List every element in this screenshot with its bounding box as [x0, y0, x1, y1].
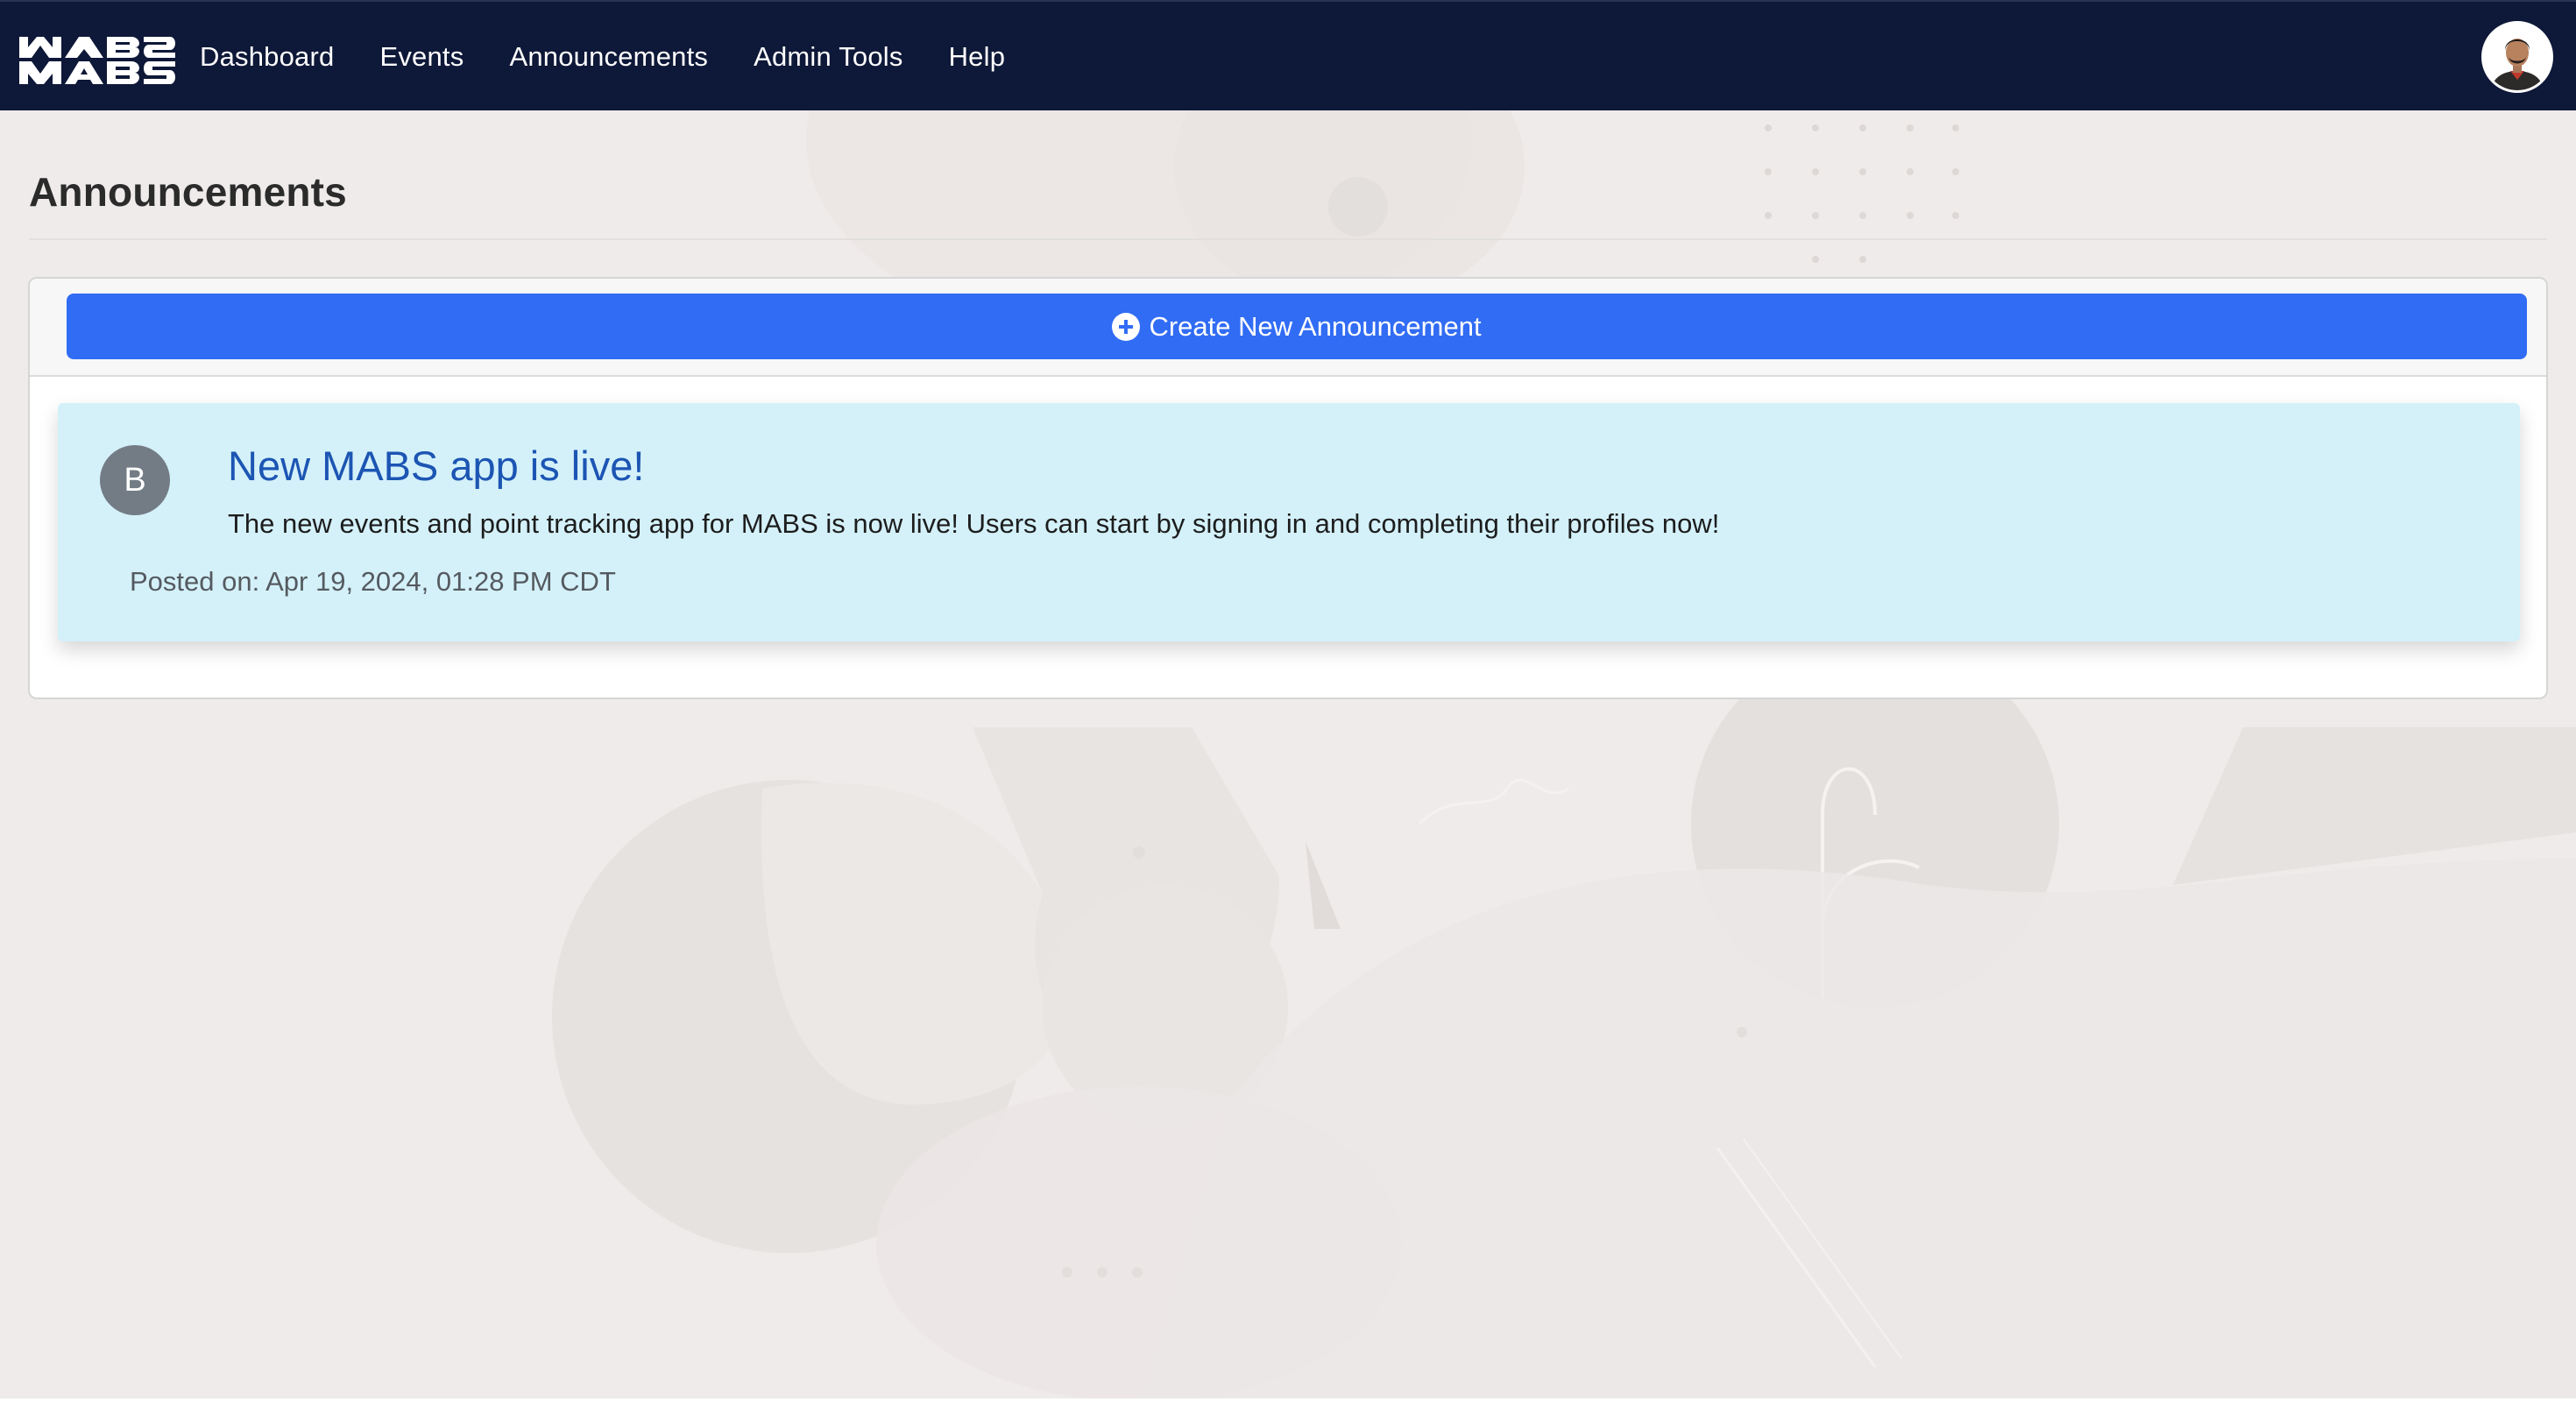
mabs-logo[interactable] — [19, 33, 177, 86]
page-title: Announcements — [29, 169, 347, 215]
top-navbar: Dashboard Events Announcements Admin Too… — [0, 0, 2576, 110]
announcements-card: Create New Announcement B New MABS app i… — [28, 277, 2548, 699]
announcement-posted-date: Posted on: Apr 19, 2024, 01:28 PM CDT — [130, 566, 616, 597]
title-divider — [29, 238, 2547, 240]
nav-admin-tools[interactable]: Admin Tools — [754, 41, 903, 73]
plus-circle-icon — [1112, 312, 1141, 341]
nav-links: Dashboard Events Announcements Admin Too… — [200, 2, 1051, 112]
card-header: Create New Announcement — [30, 279, 2546, 377]
announcement-body: The new events and point tracking app fo… — [228, 508, 1720, 539]
nav-help[interactable]: Help — [949, 41, 1006, 73]
create-announcement-button[interactable]: Create New Announcement — [67, 294, 2527, 359]
announcement-item: B New MABS app is live! The new events a… — [58, 403, 2520, 641]
background-art — [0, 0, 2576, 1402]
create-announcement-label: Create New Announcement — [1149, 310, 1482, 342]
nav-events[interactable]: Events — [379, 41, 464, 73]
nav-announcements[interactable]: Announcements — [509, 41, 708, 73]
announcement-title[interactable]: New MABS app is live! — [228, 442, 644, 490]
user-avatar[interactable] — [2481, 21, 2553, 93]
nav-dashboard[interactable]: Dashboard — [200, 41, 334, 73]
author-avatar: B — [100, 445, 170, 515]
